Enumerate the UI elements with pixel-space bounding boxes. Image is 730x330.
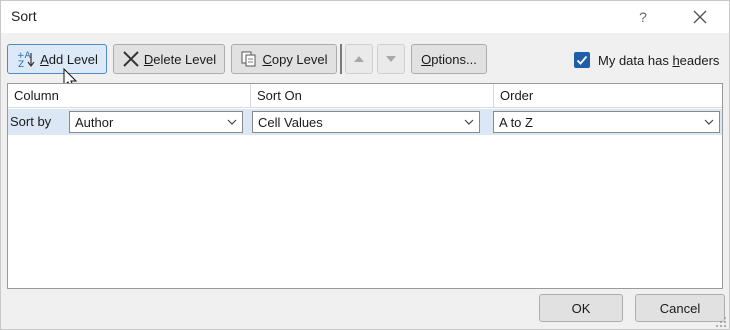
copy-level-button[interactable]: Copy Level [231, 44, 337, 74]
close-button[interactable] [685, 4, 715, 30]
headers-checkbox-label: My data has headers [598, 53, 720, 68]
headers-checkbox[interactable] [574, 52, 590, 68]
ok-button[interactable]: OK [539, 294, 623, 322]
toolbar: +A Z Add Level Delete Level Copy Level O… [1, 44, 729, 74]
title-bar: Sort ? [1, 1, 729, 33]
options-label: Options... [421, 51, 477, 67]
order-select-value: A to Z [499, 115, 533, 130]
cancel-button[interactable]: Cancel [635, 294, 725, 322]
column-header-order: Order [500, 88, 534, 103]
column-header-sort-on: Sort On [251, 84, 494, 108]
move-down-button[interactable] [377, 44, 405, 74]
delete-level-label: Delete Level [143, 51, 217, 67]
copy-level-label: Copy Level [262, 51, 328, 67]
column-select-value: Author [75, 115, 114, 130]
triangle-down-icon [386, 56, 396, 62]
row-label-sort-by: Sort by [10, 114, 52, 129]
copy-icon [241, 51, 256, 67]
svg-text:Z: Z [18, 60, 24, 68]
move-up-button[interactable] [345, 44, 373, 74]
dialog-title: Sort [11, 8, 37, 24]
delete-level-button[interactable]: Delete Level [113, 44, 225, 74]
add-level-icon: +A Z [17, 51, 35, 68]
grid-header: Column Sort On Order [8, 84, 722, 108]
sort-levels-grid: Column Sort On Order Sort by Author Cell… [7, 83, 723, 289]
add-level-label: Add Level [40, 51, 98, 67]
chevron-down-icon [227, 119, 237, 125]
add-level-button[interactable]: +A Z Add Level [7, 44, 107, 74]
close-icon [693, 10, 707, 24]
delete-x-icon [123, 51, 139, 67]
chevron-down-icon [464, 119, 474, 125]
checkmark-icon [576, 55, 588, 65]
order-select[interactable]: A to Z [493, 111, 720, 133]
sort-level-row[interactable]: Sort by Author Cell Values A to Z [8, 109, 722, 135]
triangle-up-icon [354, 56, 364, 62]
column-select[interactable]: Author [69, 111, 243, 133]
toolbar-separator [340, 44, 342, 74]
help-button[interactable]: ? [630, 4, 656, 30]
sort-on-select[interactable]: Cell Values [252, 111, 480, 133]
sort-dialog: Sort ? +A Z Add Level Delete Level Copy … [0, 0, 730, 330]
sort-on-select-value: Cell Values [258, 115, 323, 130]
column-header-column: Column [8, 84, 251, 108]
options-button[interactable]: Options... [411, 44, 487, 74]
resize-grip-icon[interactable] [715, 316, 727, 328]
chevron-down-icon [704, 119, 714, 125]
